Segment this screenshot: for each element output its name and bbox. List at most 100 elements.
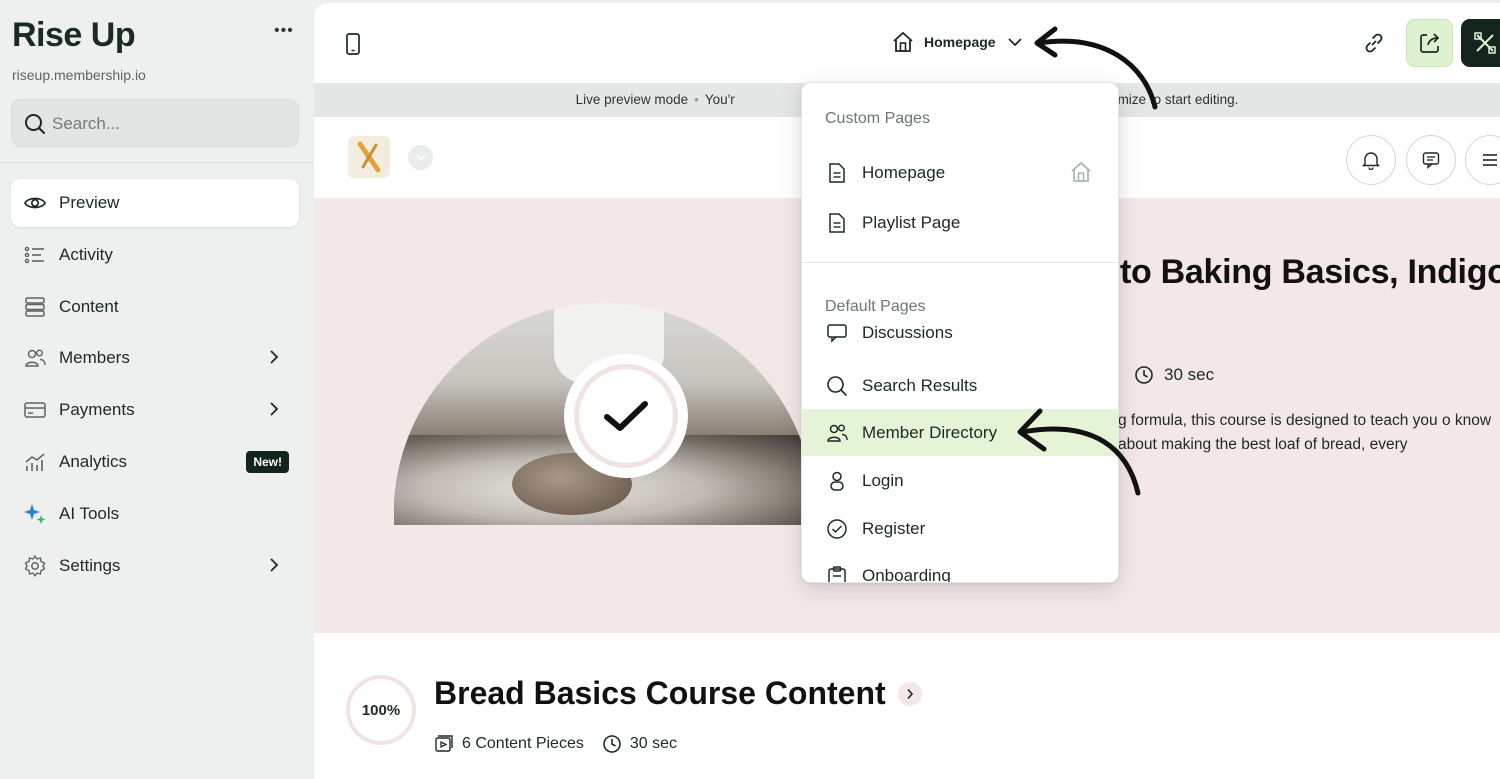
page-option-login[interactable]: Login: [802, 457, 1118, 504]
site-logo[interactable]: [348, 136, 390, 178]
share-button[interactable]: [1406, 19, 1453, 67]
user-icon: [825, 469, 849, 493]
default-pages-heading: Default Pages: [825, 298, 926, 315]
content-stack-icon: [23, 295, 47, 319]
course-progress: 100%: [346, 675, 416, 745]
default-pages-list[interactable]: Discussions Search Results Member Direct…: [802, 323, 1118, 583]
page-option-label: Login: [862, 470, 904, 490]
chevron-down-icon: [1007, 37, 1022, 46]
sidebar-item-members[interactable]: Members: [11, 334, 299, 382]
customize-button[interactable]: [1461, 19, 1500, 67]
eye-icon: [23, 191, 47, 215]
preview-message-start: You'r: [704, 92, 735, 107]
discussion-icon: [825, 323, 849, 345]
home-icon: [893, 31, 913, 52]
sidebar-divider: [0, 162, 314, 163]
document-icon: [825, 211, 849, 235]
chevron-down-icon: [415, 154, 426, 161]
search-icon: [25, 114, 45, 134]
course-duration: 30 sec: [1134, 365, 1214, 385]
clipboard-icon: [825, 564, 849, 582]
clock-icon: [603, 735, 621, 753]
members-icon: [825, 421, 849, 445]
course-content-title[interactable]: Bread Basics Course Content: [434, 675, 922, 712]
more-options-button[interactable]: •••: [274, 22, 294, 40]
document-icon: [825, 161, 849, 185]
chevron-right-icon: [270, 402, 279, 416]
search-box[interactable]: [11, 99, 299, 147]
checkmark-icon: [604, 401, 648, 431]
notifications-button[interactable]: [1346, 135, 1396, 185]
sidebar-item-activity[interactable]: Activity: [11, 231, 299, 279]
page-option-label: Homepage: [862, 162, 946, 182]
messages-button[interactable]: [1406, 135, 1456, 185]
search-input[interactable]: [52, 110, 282, 138]
chat-icon: [1422, 152, 1440, 170]
rolling-pin-logo-icon: [357, 141, 381, 173]
site-menu-toggle[interactable]: [408, 145, 433, 170]
page-selector-dropdown: Custom Pages Homepage Playlist Page Defa…: [801, 82, 1119, 583]
page-option-label: Onboarding: [862, 565, 951, 583]
page-option-register[interactable]: Register: [802, 505, 1118, 552]
analytics-chart-icon: [23, 450, 47, 474]
page-option-search-results[interactable]: Search Results: [802, 362, 1118, 409]
course-duration-label: 30 sec: [1164, 365, 1215, 384]
clock-icon: [1135, 366, 1153, 384]
members-icon: [23, 346, 47, 370]
play-list-icon: [435, 735, 453, 752]
search-icon: [825, 374, 849, 398]
gear-icon: [23, 554, 47, 578]
workspace-url: riseup.membership.io: [12, 67, 146, 83]
page-option-member-directory[interactable]: Member Directory: [802, 409, 1118, 456]
sidebar-item-preview[interactable]: Preview: [11, 179, 299, 227]
sidebar-item-label: Analytics: [59, 451, 128, 471]
home-icon: [1071, 161, 1091, 182]
sidebar-item-label: Content: [59, 296, 119, 316]
share-icon: [1419, 33, 1439, 53]
chevron-right-icon: [270, 557, 279, 572]
sidebar-item-payments[interactable]: Payments: [11, 386, 299, 434]
editor-toolbar: Homepage: [314, 3, 1500, 83]
page-option-onboarding[interactable]: Onboarding: [802, 552, 1118, 583]
sidebar-item-settings[interactable]: Settings: [11, 542, 299, 590]
page-option-homepage[interactable]: Homepage: [802, 149, 1118, 196]
sidebar-item-label: Members: [59, 348, 130, 368]
page-selector-label: Homepage: [924, 34, 996, 50]
sidebar-item-label: AI Tools: [59, 503, 120, 523]
content-pieces-count: 6 Content Pieces: [462, 735, 584, 752]
bell-icon: [1361, 152, 1381, 170]
sidebar-item-content[interactable]: Content: [11, 283, 299, 331]
sidebar-item-ai-tools[interactable]: AI Tools: [11, 490, 299, 538]
sidebar-item-label: Preview: [59, 193, 120, 212]
sidebar-item-analytics[interactable]: Analytics New!: [11, 438, 299, 486]
content-duration: 30 sec: [629, 735, 677, 752]
page-option-label: Search Results: [862, 375, 978, 395]
page-option-label: Member Directory: [862, 422, 998, 442]
dropdown-divider: [802, 262, 1118, 263]
sidebar-item-label: Settings: [59, 555, 121, 575]
open-course-button[interactable]: [897, 681, 922, 706]
hamburger-menu-icon: [1483, 154, 1497, 166]
tools-icon: [1474, 32, 1496, 54]
course-content-title-text: Bread Basics Course Content: [434, 675, 886, 711]
custom-pages-heading: Custom Pages: [825, 110, 930, 127]
page-selector[interactable]: Homepage: [892, 31, 1022, 53]
mobile-device-icon[interactable]: [344, 32, 362, 56]
completed-badge: [564, 354, 688, 478]
page-option-label: Register: [862, 518, 926, 538]
check-circle-icon: [825, 517, 849, 541]
sidebar-item-label: Payments: [59, 400, 135, 420]
page-option-playlist[interactable]: Playlist Page: [802, 199, 1118, 246]
course-description: g formula, this course is designed to te…: [1118, 412, 1492, 453]
page-option-label: Discussions: [862, 323, 953, 342]
link-icon[interactable]: [1362, 31, 1386, 55]
chevron-right-icon: [270, 350, 279, 365]
sidebar-item-label: Activity: [59, 244, 113, 264]
menu-button[interactable]: [1465, 135, 1500, 185]
course-content-meta: 6 Content Pieces 30 sec: [434, 734, 677, 754]
sidebar-nav: Preview Activity Content Members Payment…: [11, 179, 299, 593]
credit-card-icon: [23, 398, 47, 422]
page-option-discussions[interactable]: Discussions: [802, 323, 1118, 356]
activity-list-icon: [23, 243, 47, 267]
sidebar: Rise Up ••• riseup.membership.io Preview…: [0, 0, 314, 779]
